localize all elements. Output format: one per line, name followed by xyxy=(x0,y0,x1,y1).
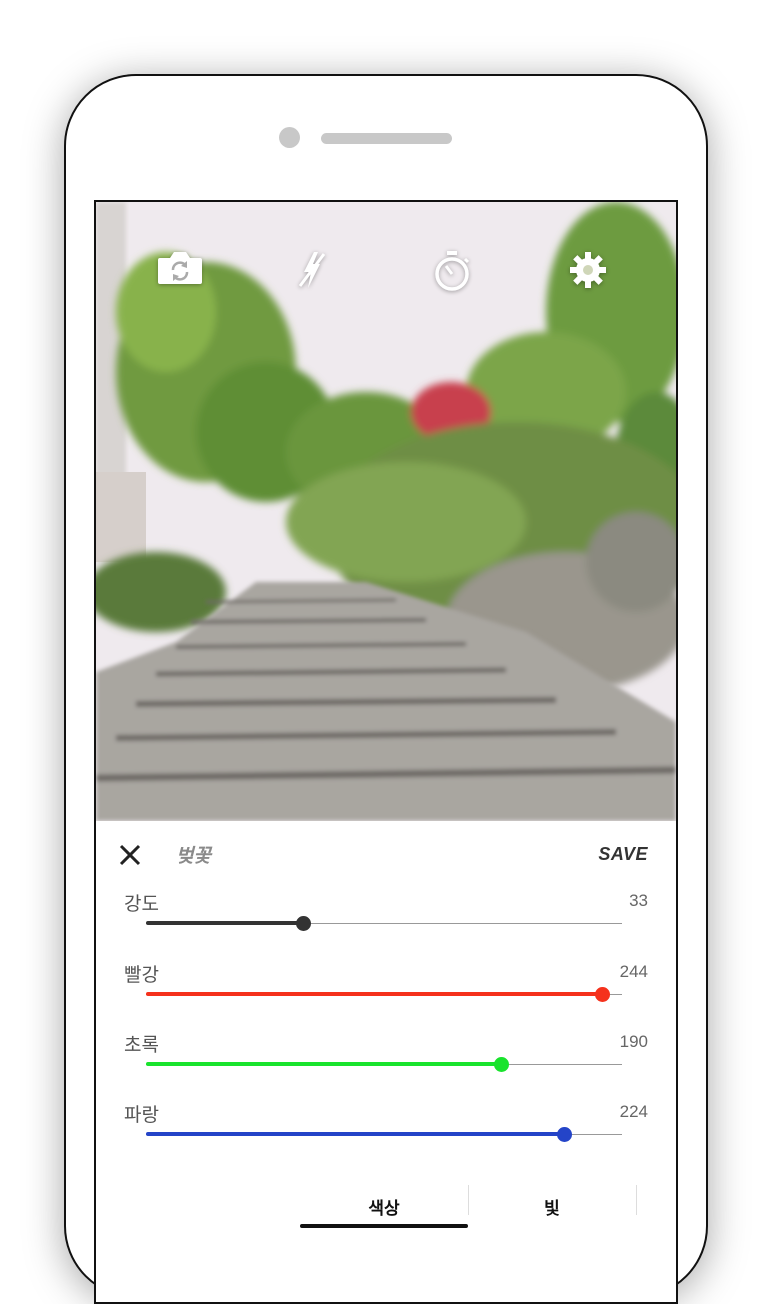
save-button[interactable]: SAVE xyxy=(598,844,648,865)
slider-label: 초록 xyxy=(124,1034,159,1056)
preview-scene xyxy=(96,202,676,821)
switch-camera-button[interactable] xyxy=(156,250,202,294)
earpiece-speaker xyxy=(321,133,452,144)
slider-value: 244 xyxy=(619,962,648,981)
settings-icon xyxy=(570,252,606,288)
slider-fill xyxy=(146,921,304,925)
slider-fill xyxy=(146,1062,501,1066)
slider-thumb[interactable] xyxy=(556,1127,572,1142)
active-tab-indicator xyxy=(300,1224,468,1228)
front-camera xyxy=(279,127,300,148)
slider-green: 초록 190 xyxy=(96,1030,676,1100)
slider-intensity: 강도 33 xyxy=(96,889,676,959)
settings-button[interactable] xyxy=(568,250,612,294)
slider-label: 파랑 xyxy=(124,1104,159,1126)
slider-label: 강도 xyxy=(124,893,159,915)
slider-red: 빨강 244 xyxy=(96,960,676,1030)
timer-icon xyxy=(435,251,470,291)
slider-thumb[interactable] xyxy=(594,987,610,1002)
slider-fill xyxy=(146,992,602,996)
close-icon xyxy=(119,844,141,866)
close-button[interactable] xyxy=(116,841,144,869)
filter-adjust-panel: 벚꽃 SAVE 강도 33 빨강 244 초록 190 파랑 224 색상 빛 xyxy=(96,821,676,1302)
slider-value: 33 xyxy=(629,891,648,910)
slider-blue: 파랑 224 xyxy=(96,1100,676,1170)
timer-button[interactable] xyxy=(432,250,476,294)
slider-track[interactable] xyxy=(146,1057,622,1072)
slider-track[interactable] xyxy=(146,1127,622,1142)
slider-thumb[interactable] xyxy=(296,916,312,931)
flash-off-icon xyxy=(298,252,326,288)
slider-thumb[interactable] xyxy=(493,1057,509,1072)
tab-divider xyxy=(636,1185,637,1215)
slider-label: 빨강 xyxy=(124,964,159,986)
slider-value: 224 xyxy=(619,1102,648,1121)
app-screen: 벚꽃 SAVE 강도 33 빨강 244 초록 190 파랑 224 색상 빛 xyxy=(94,200,678,1304)
slider-fill xyxy=(146,1132,564,1136)
slider-value: 190 xyxy=(619,1032,648,1051)
slider-track[interactable] xyxy=(146,916,622,931)
switch-camera-icon xyxy=(158,252,202,284)
camera-preview xyxy=(96,202,676,821)
flash-button[interactable] xyxy=(294,250,338,294)
slider-track[interactable] xyxy=(146,987,622,1002)
tab-light[interactable]: 빛 xyxy=(469,1181,635,1231)
filter-name: 벚꽃 xyxy=(176,845,211,867)
